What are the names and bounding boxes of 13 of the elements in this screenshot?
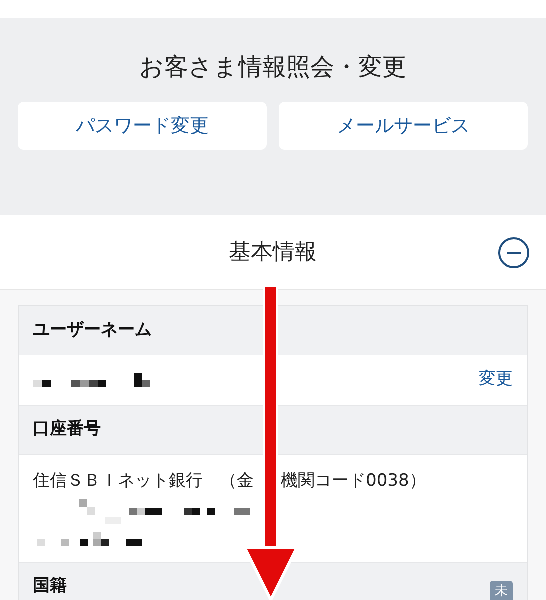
field-label: ユーザーネーム — [33, 318, 152, 342]
menu-button[interactable]: メールサービス — [279, 102, 528, 150]
bank-name: 住信ＳＢＩネット銀行 （金 — [33, 471, 254, 491]
minus-circle-icon — [498, 237, 530, 269]
section-title: 基本情報 — [229, 238, 317, 266]
menu-button[interactable]: パスワード変更 — [18, 102, 267, 150]
bank-code: 機関コード0038） — [281, 470, 426, 493]
field-label: 国籍 — [33, 575, 67, 598]
field-label: 口座番号 — [33, 418, 101, 442]
status-badge: 未 — [490, 581, 513, 600]
change-link[interactable]: 変更 — [479, 367, 513, 393]
page-title: お客さま情報照会・変更 — [140, 52, 406, 82]
collapse-button[interactable] — [498, 237, 530, 269]
